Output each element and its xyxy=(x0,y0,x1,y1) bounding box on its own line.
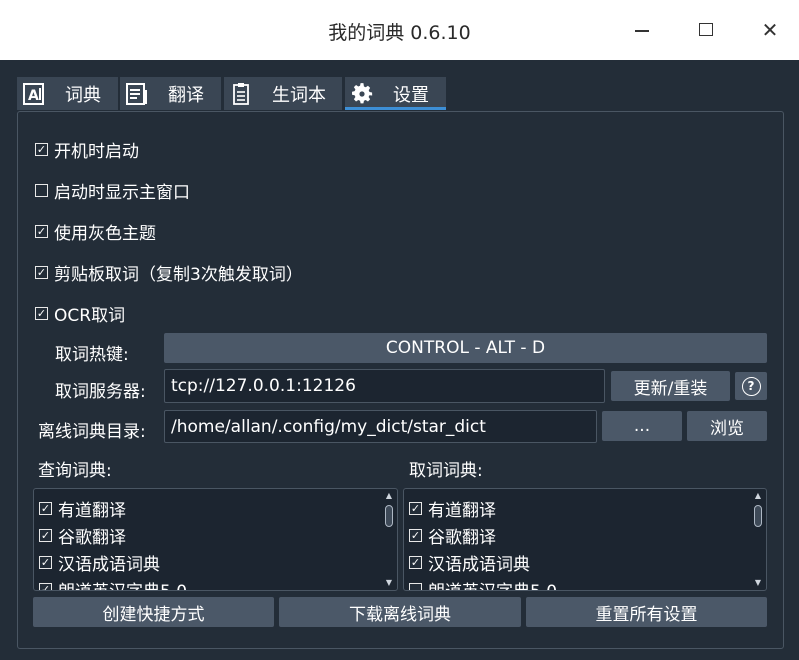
list-item[interactable]: ✓ 谷歌翻译 xyxy=(409,523,496,548)
checkbox-box[interactable]: ✓ xyxy=(35,143,48,156)
checkbox-box[interactable] xyxy=(35,184,48,197)
checkbox-box[interactable]: ✓ xyxy=(39,502,52,515)
close-icon: ✕ xyxy=(761,18,779,42)
clipboard-pick-checkbox[interactable]: ✓ 剪贴板取词（复制3次触发取词） xyxy=(35,260,303,285)
list-item[interactable]: ✓ 汉语成语词典 xyxy=(409,550,530,575)
checkbox-box[interactable]: ✓ xyxy=(409,556,422,569)
list-item-label: 谷歌翻译 xyxy=(428,528,496,548)
checkbox-label: 剪贴板取词（复制3次触发取词） xyxy=(54,265,303,285)
maximize-icon xyxy=(699,23,713,36)
svg-text:A: A xyxy=(28,88,39,104)
window-title: 我的词典 0.6.10 xyxy=(328,22,471,44)
scroll-down-icon[interactable]: ▼ xyxy=(383,578,395,588)
list-item-label: 有道翻译 xyxy=(58,501,126,521)
checkbox-box[interactable]: ✓ xyxy=(35,307,48,320)
pick-dicts-list[interactable]: ✓ 有道翻译 ✓ 谷歌翻译 ✓ 汉语成语词典 朗道英汉字典5.0 ▲ ▼ xyxy=(403,488,767,591)
checkbox-box[interactable]: ✓ xyxy=(39,583,52,590)
list-item[interactable]: ✓ 有道翻译 xyxy=(39,496,126,521)
hotkey-button[interactable]: CONTROL - ALT - D xyxy=(164,333,767,363)
checkbox-label: OCR取词 xyxy=(54,306,126,326)
list-item[interactable]: 朗道英汉字典5.0 xyxy=(409,577,557,590)
reset-settings-button[interactable]: 重置所有设置 xyxy=(526,597,767,627)
checkbox-box[interactable] xyxy=(409,583,422,590)
list-item-label: 汉语成语词典 xyxy=(58,555,160,575)
ocr-pick-checkbox[interactable]: ✓ OCR取词 xyxy=(35,301,125,326)
checkbox-label: 启动时显示主窗口 xyxy=(54,183,190,203)
checkbox-box[interactable]: ✓ xyxy=(35,266,48,279)
update-reinstall-button[interactable]: 更新/重装 xyxy=(611,371,730,401)
checkbox-box[interactable]: ✓ xyxy=(39,529,52,542)
scrollbar[interactable]: ▲ ▼ xyxy=(752,491,764,588)
checkbox-box[interactable]: ✓ xyxy=(409,529,422,542)
create-shortcut-button[interactable]: 创建快捷方式 xyxy=(33,597,274,627)
checkbox-box[interactable]: ✓ xyxy=(35,225,48,238)
scrollbar[interactable]: ▲ ▼ xyxy=(383,491,395,588)
offline-dir-input[interactable]: /home/allan/.config/my_dict/star_dict xyxy=(164,410,597,443)
tab-notebook[interactable]: 生词本 xyxy=(224,77,342,110)
list-item[interactable]: ✓ 朗道英汉字典5.0 xyxy=(39,577,187,590)
server-label: 取词服务器: xyxy=(55,382,146,402)
list-item[interactable]: ✓ 有道翻译 xyxy=(409,496,496,521)
notebook-icon xyxy=(228,81,254,107)
dictionary-icon: A xyxy=(21,81,47,107)
minimize-icon xyxy=(635,30,649,32)
translate-icon xyxy=(124,81,150,107)
tab-dictionary[interactable]: A 词典 xyxy=(17,77,118,110)
download-offline-dicts-button[interactable]: 下载离线词典 xyxy=(279,597,521,627)
show-main-window-checkbox[interactable]: 启动时显示主窗口 xyxy=(35,178,190,203)
gray-theme-checkbox[interactable]: ✓ 使用灰色主题 xyxy=(35,219,156,244)
tab-settings[interactable]: 设置 xyxy=(345,77,446,110)
scrollbar-thumb[interactable] xyxy=(754,505,762,527)
server-input[interactable]: tcp://127.0.0.1:12126 xyxy=(164,369,605,403)
tab-label: 词典 xyxy=(65,84,101,106)
list-item-label: 谷歌翻译 xyxy=(58,528,126,548)
list-item[interactable]: ✓ 谷歌翻译 xyxy=(39,523,126,548)
list-item-label: 朗道英汉字典5.0 xyxy=(58,577,187,590)
pick-dicts-label: 取词词典: xyxy=(409,461,483,481)
browse-button[interactable]: 浏览 xyxy=(687,411,767,441)
list-item-label: 汉语成语词典 xyxy=(428,555,530,575)
checkbox-box[interactable]: ✓ xyxy=(39,556,52,569)
autostart-checkbox[interactable]: ✓ 开机时启动 xyxy=(35,137,139,162)
tab-label: 翻译 xyxy=(168,84,204,106)
tab-label: 生词本 xyxy=(272,84,326,106)
maximize-button[interactable] xyxy=(691,15,721,45)
help-button[interactable]: ? xyxy=(735,372,767,400)
app-window: A 词典 翻译 生词本 设置 ✓ 开机时启动 启动时显示主窗口 ✓ 使用灰色主题… xyxy=(0,60,799,660)
gear-icon xyxy=(349,81,375,107)
title-bar: 我的词典 0.6.10 ✕ xyxy=(0,0,799,60)
close-button[interactable]: ✕ xyxy=(755,15,785,45)
list-item-label: 朗道英汉字典5.0 xyxy=(428,577,557,590)
query-dicts-list[interactable]: ✓ 有道翻译 ✓ 谷歌翻译 ✓ 汉语成语词典 ✓ 朗道英汉字典5.0 ▲ ▼ xyxy=(33,488,398,591)
checkbox-box[interactable]: ✓ xyxy=(409,502,422,515)
query-dicts-label: 查询词典: xyxy=(38,461,112,481)
hotkey-label: 取词热键: xyxy=(55,345,129,365)
scroll-up-icon[interactable]: ▲ xyxy=(752,491,764,501)
offline-dir-label: 离线词典目录: xyxy=(38,422,146,442)
scrollbar-thumb[interactable] xyxy=(385,505,393,527)
minimize-button[interactable] xyxy=(627,15,657,45)
checkbox-label: 使用灰色主题 xyxy=(54,224,156,244)
tab-label: 设置 xyxy=(393,84,429,106)
scroll-down-icon[interactable]: ▼ xyxy=(752,578,764,588)
list-item[interactable]: ✓ 汉语成语词典 xyxy=(39,550,160,575)
list-item-label: 有道翻译 xyxy=(428,501,496,521)
tab-translate[interactable]: 翻译 xyxy=(120,77,221,110)
scroll-up-icon[interactable]: ▲ xyxy=(383,491,395,501)
checkbox-label: 开机时启动 xyxy=(54,142,139,162)
help-icon: ? xyxy=(741,376,761,396)
more-button[interactable]: ... xyxy=(602,411,682,441)
